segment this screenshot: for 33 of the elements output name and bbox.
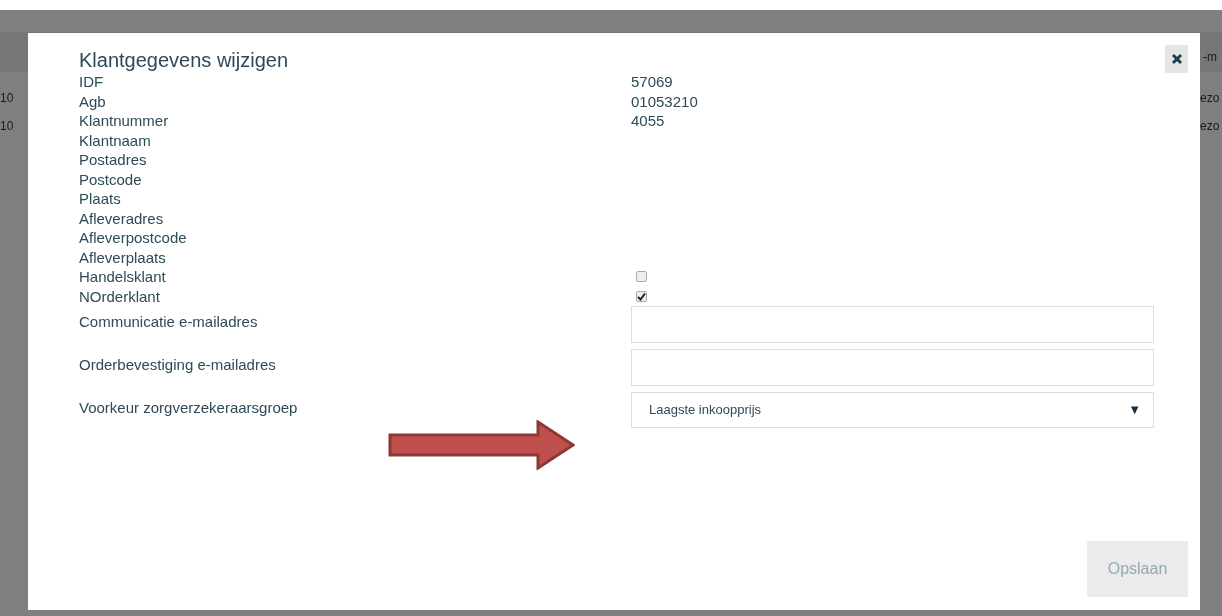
- field-label: Afleverplaats: [79, 247, 167, 267]
- close-button[interactable]: [1165, 45, 1188, 73]
- field-label: Plaats: [79, 189, 122, 209]
- dropdown-value: Laagste inkoopprijs: [649, 401, 762, 420]
- field-value: 57069: [631, 72, 673, 92]
- input-field[interactable]: [631, 306, 1154, 343]
- dropdown[interactable]: Laagste inkoopprijs ▼: [631, 392, 1154, 428]
- table-cell: 10: [0, 90, 14, 106]
- caret-icon: ▼: [1128, 400, 1141, 420]
- table-cell: ezo: [1200, 90, 1220, 106]
- field-label: Communicatie e-mailadres: [79, 312, 259, 331]
- dialog-title: Klantgegevens wijzigen: [79, 48, 289, 73]
- input-field[interactable]: [631, 349, 1154, 386]
- field-label: NOrderklant: [79, 286, 161, 306]
- field-label: Klantnaam: [79, 130, 152, 150]
- close-icon: [1170, 53, 1183, 65]
- checkbox[interactable]: [636, 271, 647, 283]
- field-label: IDF: [79, 72, 105, 92]
- field-label: Voorkeur zorgverzekeraarsgroep: [79, 398, 299, 417]
- table-cell: ezo: [1200, 118, 1220, 134]
- field-label: Postcode: [79, 169, 143, 189]
- field-label: Agb: [79, 91, 107, 111]
- checkbox[interactable]: [636, 290, 647, 302]
- table-cell: 10: [0, 118, 14, 134]
- field-label: Afleverpostcode: [79, 228, 188, 248]
- field-label: Postadres: [79, 150, 148, 170]
- field-label: Afleveradres: [79, 208, 165, 228]
- field-value: 4055: [631, 111, 665, 131]
- field-value: 01053210: [631, 91, 698, 111]
- field-label: Handelsklant: [79, 267, 167, 287]
- column-header: -m: [1203, 49, 1217, 66]
- field-label: Orderbevestiging e-mailadres: [79, 355, 277, 374]
- field-label: Klantnummer: [79, 111, 170, 131]
